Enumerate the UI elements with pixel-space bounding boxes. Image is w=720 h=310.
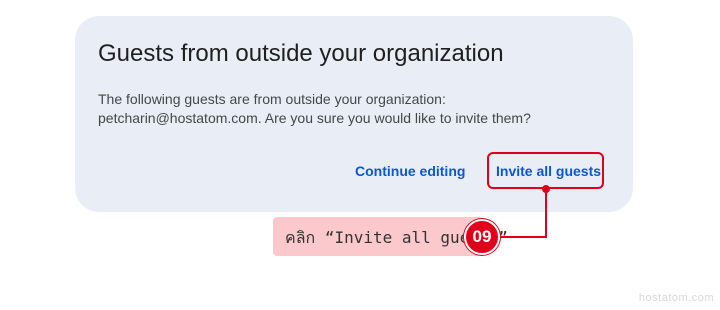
invite-all-guests-button[interactable]: Invite all guests	[496, 163, 601, 179]
watermark: hostatom.com	[638, 292, 714, 304]
invite-button-highlight: Invite all guests	[487, 152, 604, 189]
dialog-message: The following guests are from outside yo…	[98, 91, 531, 126]
continue-editing-button[interactable]: Continue editing	[355, 163, 465, 179]
instruction-callout: คลิก “Invite all guests”	[273, 217, 508, 256]
connector-line-vertical	[545, 188, 547, 238]
step-number-badge: 09	[464, 219, 500, 255]
outside-guests-dialog: Guests from outside your organization Th…	[75, 16, 633, 212]
dialog-title: Guests from outside your organization	[98, 40, 504, 67]
